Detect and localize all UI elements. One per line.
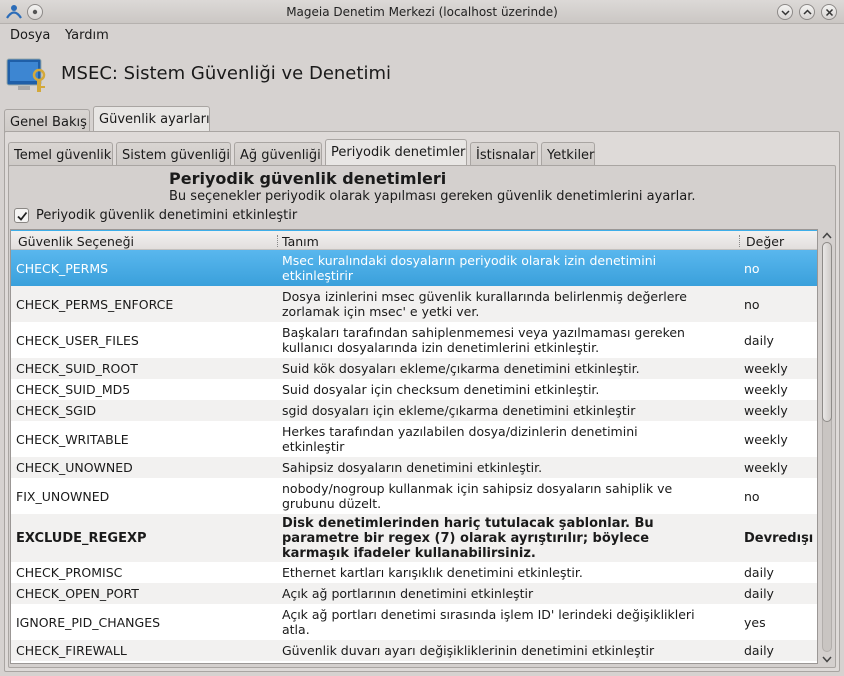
option-value-cell[interactable]: weekly [744, 460, 788, 475]
option-description-cell: sgid dosyaları için ekleme/çıkarma denet… [282, 403, 636, 418]
option-description-cell: Ethernet kartları karışıklık denetimini … [282, 565, 583, 580]
vertical-scrollbar[interactable] [818, 230, 836, 665]
table-row[interactable]: CHECK_WRITABLE Herkes tarafından yazılabi… [11, 421, 817, 457]
close-button[interactable] [821, 4, 837, 20]
table-row[interactable]: EXCLUDE_REGEXP Disk denetimlerinden hariç… [11, 514, 817, 562]
column-header-value[interactable]: Değer [746, 234, 784, 249]
option-description-cell: Suid dosyalar için checksum denetimini e… [282, 382, 600, 397]
option-value-cell[interactable]: Devredışı [744, 531, 813, 546]
option-name-cell: CHECK_FIREWALL [16, 643, 127, 658]
section-description: Bu seçenekler periyodik olarak yapılması… [169, 189, 696, 204]
column-header-description[interactable]: Tanım [282, 234, 319, 249]
option-name-cell: CHECK_UNOWNED [16, 460, 133, 475]
scrollbar-thumb[interactable] [822, 242, 832, 422]
option-name-cell: CHECK_SGID [16, 403, 97, 418]
table-row[interactable]: CHECK_UNOWNED Sahipsiz dosyaların denetim… [11, 457, 817, 478]
checkmark-icon [16, 211, 27, 221]
table-row[interactable]: CHECK_PROMISC Ethernet kartları karışıklı… [11, 562, 817, 583]
option-description-cell: Sahipsiz dosyaların denetimini etkinleşt… [282, 460, 543, 475]
chevron-up-icon [802, 8, 812, 15]
table-row[interactable]: CHECK_FIREWALL Güvenlik duvarı ayarı deği… [11, 640, 817, 661]
option-value-cell[interactable]: weekly [744, 432, 788, 447]
tab-periyodik-denetimler[interactable]: Periyodik denetimler [325, 139, 467, 167]
option-name-cell: CHECK_SUID_ROOT [16, 361, 138, 376]
option-name-cell: IGNORE_PID_CHANGES [16, 615, 161, 630]
option-name-cell: CHECK_SUID_MD5 [16, 382, 131, 397]
table-row[interactable]: CHECK_USER_FILES Başkaları tarafından sah… [11, 322, 817, 358]
option-name-cell: EXCLUDE_REGEXP [16, 531, 147, 546]
option-value-cell[interactable]: weekly [744, 382, 788, 397]
option-description-cell: Disk denetimlerinden hariç tutulacak şab… [282, 516, 654, 561]
table-row[interactable]: CHECK_SUID_MD5 Suid dosyalar için checksu… [11, 379, 817, 400]
title-bar: Mageia Denetim Merkezi (localhost üzerin… [0, 0, 844, 24]
table-row[interactable]: CHECK_PERMS Msec kuralındaki dosyaların p… [11, 250, 817, 286]
chevron-up-icon [822, 231, 832, 238]
option-name-cell: CHECK_PROMISC [16, 565, 123, 580]
option-value-cell[interactable]: weekly [744, 403, 788, 418]
menu-bar: Dosya Yardım [0, 26, 844, 46]
table-row[interactable]: CHECK_SUID_ROOT Suid kök dosyaları ekleme… [11, 358, 817, 379]
option-description-cell: Açık ağ portlarının denetimini etkinleşt… [282, 586, 534, 601]
option-name-cell: CHECK_PERMS [16, 261, 109, 276]
option-description-cell: Açık ağ portları denetimi sırasında işle… [282, 607, 695, 637]
option-value-cell[interactable]: no [744, 297, 760, 312]
page-title: MSEC: Sistem Güvenliği ve Denetimi [61, 63, 391, 84]
enable-periodic-checks-checkbox[interactable] [14, 208, 29, 223]
option-description-cell: Suid kök dosyaları ekleme/çıkarma deneti… [282, 361, 640, 376]
option-value-cell[interactable]: no [744, 489, 760, 504]
option-name-cell: FIX_UNOWNED [16, 489, 110, 504]
option-name-cell: CHECK_PERMS_ENFORCE [16, 297, 174, 312]
tab-guvenlik-ayarlari[interactable]: Güvenlik ayarları [93, 106, 210, 134]
menu-yardim[interactable]: Yardım [65, 28, 109, 43]
column-separator[interactable] [739, 235, 740, 247]
option-description-cell: Dosya izinlerini msec güvenlik kuralları… [282, 289, 687, 319]
table-row[interactable]: FIX_UNOWNED nobody/nogroup kullanmak için… [11, 478, 817, 514]
chevron-down-icon [780, 9, 790, 16]
option-value-cell[interactable]: daily [744, 333, 774, 348]
table-row[interactable]: IGNORE_PID_CHANGES Açık ağ portları denet… [11, 604, 817, 640]
close-icon [825, 8, 833, 16]
option-name-cell: CHECK_OPEN_PORT [16, 586, 139, 601]
option-description-cell: Herkes tarafından yazılabilen dosya/dizi… [282, 424, 638, 454]
option-description-cell: Msec kuralındaki dosyaların periyodik ol… [282, 253, 657, 283]
security-monitor-icon [6, 58, 46, 92]
table-row[interactable]: CHECK_PERMS_ENFORCE Dosya izinlerini msec… [11, 286, 817, 322]
menu-dosya[interactable]: Dosya [10, 28, 50, 43]
column-separator[interactable] [277, 235, 278, 247]
window-title: Mageia Denetim Merkezi (localhost üzerin… [286, 5, 558, 19]
section-heading: Periyodik güvenlik denetimleri [169, 169, 447, 188]
scroll-down-button[interactable] [821, 654, 833, 664]
option-value-cell[interactable]: yes [744, 615, 766, 630]
option-value-cell[interactable]: daily [744, 643, 774, 658]
option-name-cell: CHECK_USER_FILES [16, 333, 139, 348]
option-value-cell[interactable]: weekly [744, 361, 788, 376]
table-row[interactable]: CHECK_SGID sgid dosyaları için ekleme/çık… [11, 400, 817, 421]
option-value-cell[interactable]: daily [744, 565, 774, 580]
enable-periodic-checks-label[interactable]: Periyodik güvenlik denetimini etkinleşti… [36, 208, 297, 223]
scroll-up-button[interactable] [821, 230, 833, 240]
option-value-cell[interactable]: no [744, 261, 760, 276]
table-header: Güvenlik Seçeneği Tanım Değer [11, 230, 817, 250]
table-row[interactable]: CHECK_OPEN_PORT Açık ağ portlarının denet… [11, 583, 817, 604]
column-header-option[interactable]: Güvenlik Seçeneği [18, 234, 134, 249]
option-description-cell: nobody/nogroup kullanmak için sahipsiz d… [282, 481, 673, 511]
option-name-cell: CHECK_WRITABLE [16, 432, 129, 447]
option-description-cell: Başkaları tarafından sahiplenmemesi veya… [282, 325, 685, 355]
security-options-table: Güvenlik Seçeneği Tanım Değer CHECK_PERM… [10, 229, 818, 664]
chevron-down-icon [822, 656, 832, 663]
option-description-cell: Güvenlik duvarı ayarı değişikliklerinin … [282, 643, 655, 658]
maximize-button[interactable] [799, 4, 815, 20]
minimize-button[interactable] [777, 4, 793, 20]
option-value-cell[interactable]: daily [744, 586, 774, 601]
